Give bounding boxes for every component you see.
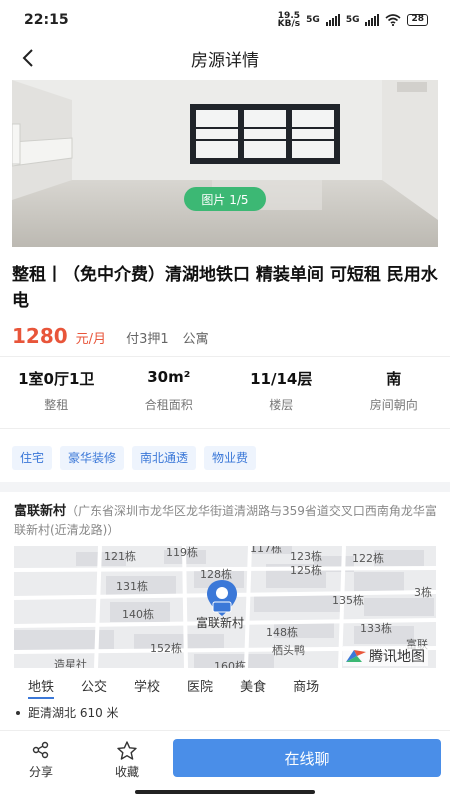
favorite-label: 收藏 [114, 765, 139, 779]
tag: 豪华装修 [60, 446, 125, 470]
signal-icon [365, 14, 380, 26]
map-building-label: 121栋 [104, 550, 136, 563]
status-icons: 19.5 KB/s 5G 5G 28 [277, 11, 428, 29]
specs-row: 1室0厅1卫 整租 30m² 合租面积 11/14层 楼层 南 房间朝向 [0, 368, 450, 413]
tag: 物业费 [204, 446, 257, 470]
photo-counter: 图片 1/5 [184, 187, 266, 211]
section-gap [0, 482, 450, 492]
map-building-label: 119栋 [166, 546, 198, 559]
tencent-map-logo-icon [346, 650, 366, 662]
location-map[interactable]: 121栋 119栋 117栋 123栋 122栋 131栋 128栋 125栋 … [14, 546, 436, 668]
tag: 南北通透 [132, 446, 197, 470]
map-building-label: 3栋 [414, 586, 432, 599]
map-center-label: 富联新村 [196, 616, 245, 630]
poi-distance: 距清湖北 610 米 [28, 706, 119, 720]
nav-bar: 房源详情 [0, 40, 450, 76]
status-time: 22:15 [24, 12, 69, 28]
map-brand: 腾讯地图 [343, 646, 428, 666]
battery-icon: 28 [407, 14, 428, 26]
page-title: 房源详情 [191, 51, 259, 71]
tab-bus[interactable]: 公交 [81, 676, 107, 699]
status-bar: 22:15 19.5 KB/s 5G 5G 28 [0, 0, 450, 40]
map-building-label: 135栋 [332, 594, 364, 607]
wifi-icon [385, 14, 401, 26]
bullet-dot [16, 710, 20, 715]
map-building-label: 148栋 [266, 626, 298, 639]
address: 富联新村（广东省深圳市龙华区龙华街道清湖路与359省道交叉口西南角龙华富联新村(… [14, 502, 438, 539]
share-icon [32, 741, 49, 759]
map-building-label: 160栋 [214, 660, 246, 668]
divider [0, 356, 450, 357]
share-label: 分享 [28, 765, 53, 779]
listing-title: 整租丨（免中介费）清湖地铁口 精装单间 可短租 民用水电 [12, 265, 438, 311]
listing-category: 公寓 [182, 332, 209, 347]
tab-mall[interactable]: 商场 [293, 676, 319, 699]
sim2-label: 5G [345, 15, 360, 25]
tab-hospital[interactable]: 医院 [187, 676, 213, 699]
price-unit: 元/月 [75, 332, 107, 347]
map-building-label: 128栋 [200, 568, 232, 581]
tab-school[interactable]: 学校 [134, 676, 160, 699]
favorite-button[interactable]: 收藏 [107, 741, 147, 780]
poi-list-item: 距清湖北 610 米 [16, 704, 119, 721]
spec-layout: 1室0厅1卫 整租 [18, 370, 95, 412]
map-building-label: 造星社 [54, 658, 87, 668]
divider [0, 428, 450, 429]
tab-food[interactable]: 美食 [240, 676, 266, 699]
price-value: 1280 [12, 324, 68, 348]
chat-online-button[interactable]: 在线聊 [173, 739, 441, 777]
share-button[interactable]: 分享 [21, 741, 61, 780]
spec-area: 30m² 合租面积 [144, 368, 193, 412]
map-building-label: 152栋 [150, 642, 182, 655]
map-building-label: 122栋 [352, 552, 384, 565]
room-illustration [12, 80, 438, 247]
map-building-label: 133栋 [360, 622, 392, 635]
signal-icon [325, 14, 340, 26]
payment-terms: 付3押1 [126, 332, 169, 347]
home-indicator[interactable] [135, 790, 315, 794]
tab-subway[interactable]: 地铁 [28, 676, 55, 699]
map-building-label: 栖头鸭 [272, 644, 305, 657]
spec-orientation: 南 房间朝向 [369, 370, 418, 412]
net-speed: 19.5 KB/s [277, 11, 301, 29]
map-brand-text: 腾讯地图 [369, 649, 425, 665]
map-building-label: 117栋 [250, 546, 282, 555]
tag: 住宅 [12, 446, 53, 470]
poi-tabs: 地铁 公交 学校 医院 美食 商场 [28, 676, 319, 699]
feature-tags: 住宅 豪华装修 南北通透 物业费 [12, 446, 257, 470]
price-row: 1280 元/月 付3押1 公寓 [12, 324, 209, 350]
star-icon [117, 741, 137, 760]
map-building-label: 140栋 [122, 608, 154, 621]
listing-photo[interactable]: 图片 1/5 [12, 80, 438, 247]
address-detail: （广东省深圳市龙华区龙华街道清湖路与359省道交叉口西南角龙华富联新村(近清龙路… [14, 504, 437, 537]
map-building-label: 131栋 [116, 580, 148, 593]
spec-floor: 11/14层 楼层 [250, 370, 313, 412]
map-building-label: 125栋 [290, 564, 322, 577]
sim1-label: 5G [306, 15, 320, 25]
community-name: 富联新村 [14, 504, 67, 519]
